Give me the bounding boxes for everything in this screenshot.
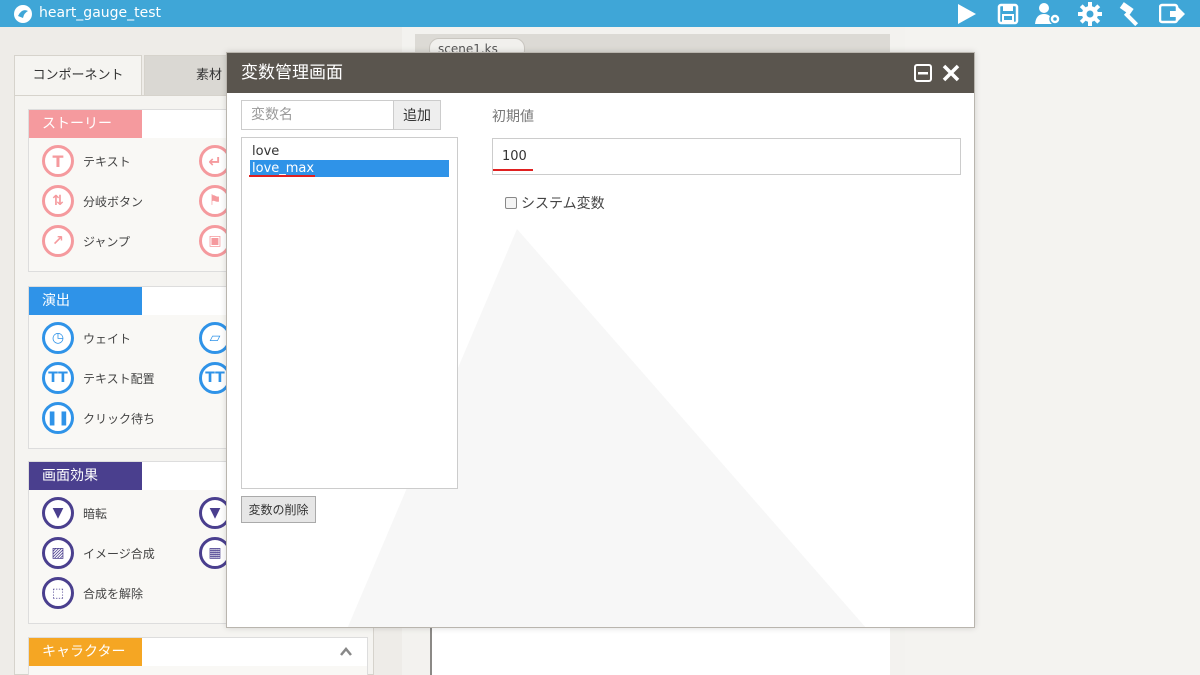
checkbox-box[interactable]	[505, 197, 517, 209]
group-screen-effects-label: 画面効果	[29, 462, 142, 490]
save-button[interactable]	[993, 0, 1023, 27]
group-character: キャラクター	[28, 637, 368, 675]
variable-item-love[interactable]: love	[250, 143, 449, 160]
comp-click-wait[interactable]: ❚❚ クリック待ち	[42, 401, 155, 435]
comp-text[interactable]: T テキスト	[42, 144, 131, 178]
user-settings-icon	[1035, 2, 1061, 25]
comp-jump[interactable]: ↗ ジャンプ	[42, 224, 130, 258]
system-variable-checkbox[interactable]: システム変数	[505, 193, 605, 213]
comp-remove-composite[interactable]: ⬚ 合成を解除	[42, 576, 143, 610]
hammer-icon	[1119, 1, 1139, 26]
app-logo-icon	[14, 5, 32, 23]
settings-button[interactable]	[1075, 0, 1105, 27]
play-icon	[958, 3, 976, 24]
variable-name-input[interactable]	[241, 100, 394, 130]
initial-value-input[interactable]	[492, 138, 961, 175]
comp-blackout[interactable]: ▼ 暗転	[42, 496, 107, 530]
pause-icon: ❚❚	[42, 402, 74, 434]
export-icon	[1159, 3, 1185, 23]
save-icon	[997, 3, 1019, 24]
dialog-header: 変数管理画面	[227, 53, 974, 93]
image-icon: ▨	[42, 537, 74, 569]
build-button[interactable]	[1116, 0, 1146, 27]
annotation-underline	[249, 175, 315, 177]
clock-icon: ◷	[42, 322, 74, 354]
comp-wait[interactable]: ◷ ウェイト	[42, 321, 131, 355]
dialog-title: 変数管理画面	[241, 63, 343, 83]
text-position-icon: TT	[42, 362, 74, 394]
app-topbar: heart_gauge_test	[0, 0, 1200, 27]
blackout-icon: ▼	[42, 497, 74, 529]
user-settings-button[interactable]	[1033, 0, 1063, 27]
group-character-label: キャラクター	[29, 638, 142, 666]
system-variable-label: システム変数	[521, 196, 605, 212]
chevron-up-icon[interactable]	[339, 645, 353, 659]
variable-manager-dialog: 変数管理画面 追加 love love_max 変数の削除 初期値 システム変数	[226, 52, 975, 628]
export-button[interactable]	[1157, 0, 1187, 27]
app-title: heart_gauge_test	[39, 5, 162, 21]
close-icon[interactable]	[941, 63, 961, 83]
variable-list: love love_max	[241, 137, 458, 489]
group-story-label: ストーリー	[29, 110, 142, 138]
group-effects-label: 演出	[29, 287, 142, 315]
branch-icon: ⇅	[42, 185, 74, 217]
tab-components[interactable]: コンポーネント	[14, 55, 142, 95]
gear-icon	[1078, 1, 1102, 26]
minimize-icon[interactable]	[913, 63, 933, 83]
comp-image-composite[interactable]: ▨ イメージ合成	[42, 536, 155, 570]
text-t-icon: T	[42, 145, 74, 177]
initial-value-label: 初期値	[492, 109, 534, 125]
play-button[interactable]	[951, 0, 981, 27]
annotation-underline	[493, 169, 533, 171]
comp-text-position[interactable]: TT テキスト配置	[42, 361, 155, 395]
remove-composite-icon: ⬚	[42, 577, 74, 609]
delete-variable-button[interactable]: 変数の削除	[241, 496, 316, 523]
jump-icon: ↗	[42, 225, 74, 257]
add-variable-button[interactable]: 追加	[393, 100, 441, 130]
comp-branch-button[interactable]: ⇅ 分岐ボタン	[42, 184, 143, 218]
